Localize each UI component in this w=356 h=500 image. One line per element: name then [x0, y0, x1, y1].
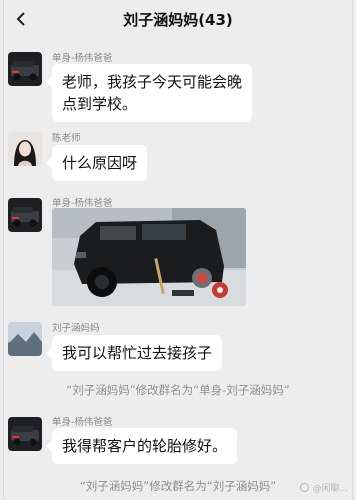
- sender-name: 单身-杨伟爸爸: [52, 198, 113, 209]
- car-avatar-icon: [8, 198, 42, 232]
- avatar-liu-zihan-mother[interactable]: [8, 322, 42, 356]
- message-bubble[interactable]: 我可以帮忙过去接孩子: [45, 335, 223, 371]
- message-bubble[interactable]: 什么原因呀: [45, 145, 148, 181]
- sender-name: 刘子涵妈妈: [52, 323, 100, 334]
- image-message[interactable]: [52, 208, 246, 306]
- message-bubble[interactable]: 我得帮客户的轮胎修好。: [45, 428, 238, 464]
- system-notice: “刘子涵妈妈”修改群名为“单身-刘子涵妈妈”: [66, 383, 290, 397]
- avatar-yang-wei-father[interactable]: [8, 417, 42, 451]
- title-bar: 刘子涵妈妈(43): [4, 0, 352, 38]
- car-avatar-icon: [8, 417, 42, 451]
- avatar-yang-wei-father[interactable]: [8, 52, 42, 86]
- watermark: @闲聊...: [300, 481, 348, 494]
- avatar-yang-wei-father[interactable]: [8, 198, 42, 232]
- landscape-avatar-icon: [8, 322, 42, 356]
- message-bubble[interactable]: 老师，我孩子今天可能会晚点到学校。: [46, 64, 252, 122]
- portrait-avatar-icon: [8, 132, 42, 166]
- sender-name: 陈老师: [52, 133, 81, 144]
- suv-repair-photo-icon: [52, 208, 246, 306]
- back-arrow-icon[interactable]: [14, 11, 30, 27]
- chat-window: 刘子涵妈妈(43) 单身-杨伟爸爸 老师，我孩子今天可能会晚点到学校。 陈老师 …: [3, 0, 353, 500]
- car-avatar-icon: [8, 52, 42, 86]
- avatar-teacher-chen[interactable]: [8, 132, 42, 166]
- watermark-logo-icon: [300, 483, 310, 492]
- group-title: 刘子涵妈妈(43): [123, 10, 233, 29]
- sender-name: 单身-杨伟爸爸: [52, 417, 113, 428]
- sender-name: 单身-杨伟爸爸: [52, 53, 113, 64]
